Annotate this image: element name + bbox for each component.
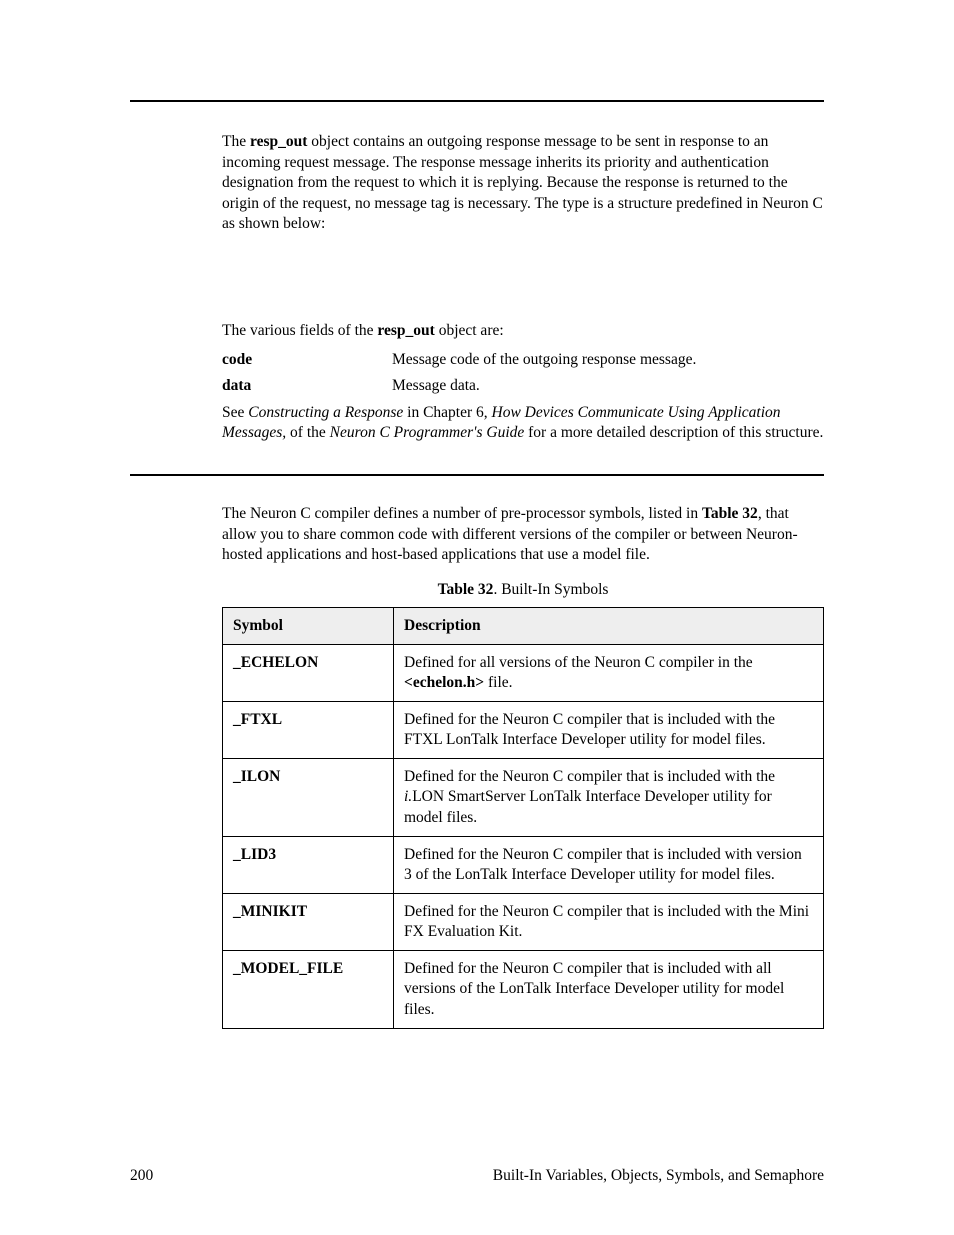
symbols-intro-paragraph: The Neuron C compiler defines a number o… xyxy=(222,504,824,566)
text: for a more detailed description of this … xyxy=(524,424,823,441)
text: object contains an outgoing response mes… xyxy=(222,133,823,232)
table-row: _MINIKIT Defined for the Neuron C compil… xyxy=(223,893,824,950)
text: See xyxy=(222,404,248,421)
page-number: 200 xyxy=(130,1167,153,1185)
table-title: . Built-In Symbols xyxy=(493,581,608,598)
text: Defined for the Neuron C compiler that i… xyxy=(404,768,775,785)
table-row: _LID3 Defined for the Neuron C compiler … xyxy=(223,836,824,893)
symbols-table: Symbol Description _ECHELON Defined for … xyxy=(222,607,824,1029)
symbol-desc: Defined for the Neuron C compiler that i… xyxy=(394,836,824,893)
see-also-paragraph: See Constructing a Response in Chapter 6… xyxy=(222,403,824,444)
field-desc: Message data. xyxy=(392,376,824,397)
header-symbol: Symbol xyxy=(223,607,394,644)
table-row: _FTXL Defined for the Neuron C compiler … xyxy=(223,701,824,758)
table-number: Table 32 xyxy=(438,581,494,598)
table-row: _ECHELON Defined for all versions of the… xyxy=(223,644,824,701)
symbol-name: _LID3 xyxy=(223,836,394,893)
text: The various fields of the xyxy=(222,322,377,339)
table-header-row: Symbol Description xyxy=(223,607,824,644)
symbol-name: _ECHELON xyxy=(223,644,394,701)
field-term-code: code xyxy=(222,350,392,371)
filename: <echelon.h> xyxy=(404,674,484,691)
symbol-name: _MINIKIT xyxy=(223,893,394,950)
symbol-name: _MODEL_FILE xyxy=(223,951,394,1028)
section-divider-mid xyxy=(130,474,824,476)
ref-guide-title: Neuron C Programmer's Guide xyxy=(330,424,525,441)
table-caption: Table 32. Built-In Symbols xyxy=(222,580,824,601)
table-row: _MODEL_FILE Defined for the Neuron C com… xyxy=(223,951,824,1028)
ref-table-32: Table 32 xyxy=(702,505,758,522)
field-row: data Message data. xyxy=(222,376,824,397)
term-resp-out: resp_out xyxy=(377,322,434,339)
italic-prefix: i. xyxy=(404,788,412,805)
symbol-desc: Defined for the Neuron C compiler that i… xyxy=(394,951,824,1028)
intro-paragraph: The resp_out object contains an outgoing… xyxy=(222,132,824,235)
header-description: Description xyxy=(394,607,824,644)
section-symbols: The Neuron C compiler defines a number o… xyxy=(222,504,824,1029)
term-resp-out: resp_out xyxy=(250,133,307,150)
symbol-name: _FTXL xyxy=(223,701,394,758)
text: The xyxy=(222,133,250,150)
code-placeholder-gap xyxy=(222,245,824,321)
text: of the xyxy=(286,424,329,441)
text: in Chapter 6, xyxy=(403,404,491,421)
symbol-desc: Defined for the Neuron C compiler that i… xyxy=(394,893,824,950)
symbol-desc: Defined for the Neuron C compiler that i… xyxy=(394,701,824,758)
symbol-desc: Defined for the Neuron C compiler that i… xyxy=(394,759,824,836)
text: file. xyxy=(484,674,512,691)
field-desc: Message code of the outgoing response me… xyxy=(392,350,824,371)
fields-intro: The various fields of the resp_out objec… xyxy=(222,321,824,342)
text: Defined for all versions of the Neuron C… xyxy=(404,654,753,671)
table-row: _ILON Defined for the Neuron C compiler … xyxy=(223,759,824,836)
field-term-data: data xyxy=(222,376,392,397)
symbol-desc: Defined for all versions of the Neuron C… xyxy=(394,644,824,701)
field-row: code Message code of the outgoing respon… xyxy=(222,350,824,371)
section-resp-out: The resp_out object contains an outgoing… xyxy=(222,132,824,444)
text: The Neuron C compiler defines a number o… xyxy=(222,505,702,522)
text: LON SmartServer LonTalk Interface Develo… xyxy=(404,788,772,825)
footer-title: Built-In Variables, Objects, Symbols, an… xyxy=(493,1167,824,1185)
page-footer: 200 Built-In Variables, Objects, Symbols… xyxy=(130,1167,824,1185)
symbol-name: _ILON xyxy=(223,759,394,836)
text: object are: xyxy=(435,322,504,339)
section-divider-top xyxy=(130,100,824,102)
page: The resp_out object contains an outgoing… xyxy=(0,0,954,1235)
ref-constructing-response: Constructing a Response xyxy=(248,404,403,421)
